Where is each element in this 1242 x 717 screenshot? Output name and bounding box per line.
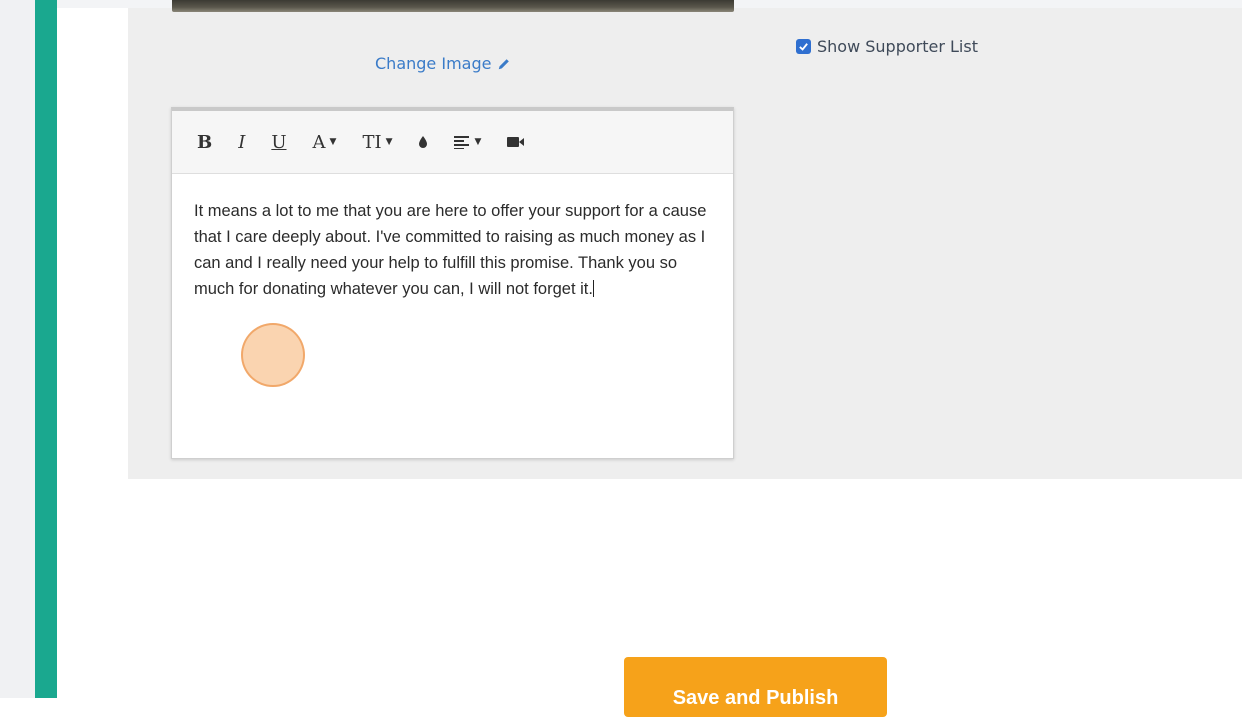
chevron-down-icon: ▼ <box>385 137 393 147</box>
underline-button[interactable]: U <box>271 132 286 153</box>
font-color-icon: A <box>312 131 326 153</box>
left-rail <box>0 0 35 698</box>
campaign-image-preview <box>172 0 734 12</box>
accent-sidebar-bar <box>35 0 57 698</box>
show-supporter-list-label: Show Supporter List <box>817 37 978 56</box>
video-icon <box>507 137 525 147</box>
checkmark-icon <box>799 43 808 51</box>
drop-icon <box>419 136 428 148</box>
save-and-publish-button[interactable]: Save and Publish <box>624 657 887 717</box>
bold-button[interactable]: B <box>197 132 212 153</box>
editor-toolbar: B I U A ▼ TI ▼ ▼ <box>172 111 733 174</box>
text-cursor <box>592 280 594 297</box>
change-image-label: Change Image <box>375 54 492 73</box>
editor-content[interactable]: It means a lot to me that you are here t… <box>172 174 733 302</box>
align-button[interactable]: ▼ <box>454 135 481 149</box>
bold-icon: B <box>197 131 213 153</box>
pencil-icon <box>499 58 510 69</box>
change-image-link[interactable]: Change Image <box>375 54 511 73</box>
show-supporter-list-option[interactable]: Show Supporter List <box>796 37 978 56</box>
show-supporter-list-checkbox[interactable] <box>796 39 811 54</box>
align-icon <box>454 136 470 149</box>
drop-button[interactable] <box>418 135 428 149</box>
chevron-down-icon: ▼ <box>329 137 337 147</box>
rich-text-editor: B I U A ▼ TI ▼ ▼ It means a lot to me th… <box>171 107 734 459</box>
chevron-down-icon: ▼ <box>474 137 482 147</box>
font-color-button[interactable]: A ▼ <box>313 132 337 153</box>
underline-icon: U <box>271 131 287 153</box>
font-size-button[interactable]: TI ▼ <box>362 132 392 153</box>
editor-body-text: It means a lot to me that you are here t… <box>194 202 707 298</box>
italic-button[interactable]: I <box>238 132 245 153</box>
video-button[interactable] <box>507 136 525 148</box>
save-and-publish-label: Save and Publish <box>672 687 839 709</box>
italic-icon: I <box>238 131 246 153</box>
font-size-icon: TI <box>362 131 382 153</box>
